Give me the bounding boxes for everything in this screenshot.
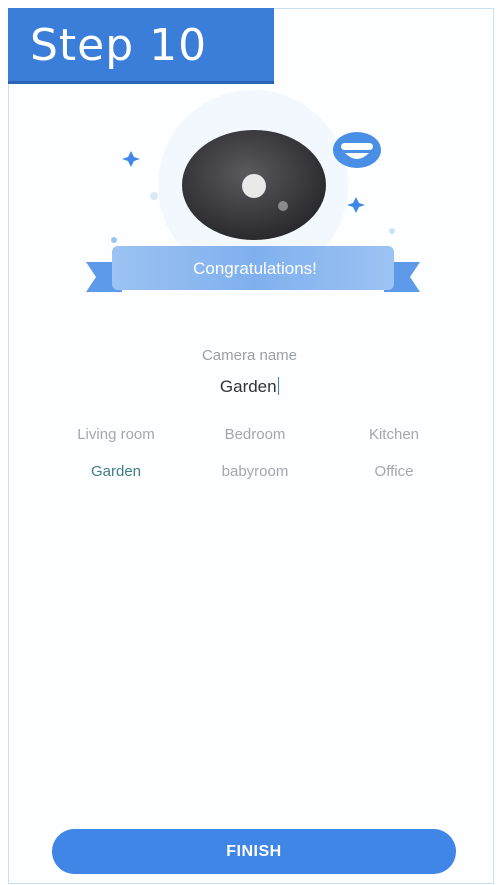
room-chip-kitchen[interactable]: Kitchen bbox=[324, 426, 464, 443]
step-badge: Step 10 bbox=[8, 8, 274, 84]
room-chip-office[interactable]: Office bbox=[324, 463, 464, 480]
room-chip-bedroom[interactable]: Bedroom bbox=[185, 426, 325, 443]
room-chip-babyroom[interactable]: babyroom bbox=[185, 463, 325, 480]
room-chip-garden[interactable]: Garden bbox=[46, 463, 186, 480]
camera-name-label: Camera name bbox=[201, 347, 298, 364]
camera-lens-icon bbox=[182, 130, 326, 240]
text-caret bbox=[277, 377, 280, 395]
congratulations-banner-text: Congratulations! bbox=[193, 259, 317, 278]
camera-name-value: Garden bbox=[219, 377, 277, 396]
camera-name-field[interactable]: Garden bbox=[0, 377, 499, 397]
finish-button[interactable]: FINISH bbox=[52, 829, 456, 874]
chat-bubble-icon bbox=[333, 132, 381, 168]
room-chip-living-room[interactable]: Living room bbox=[46, 426, 186, 443]
